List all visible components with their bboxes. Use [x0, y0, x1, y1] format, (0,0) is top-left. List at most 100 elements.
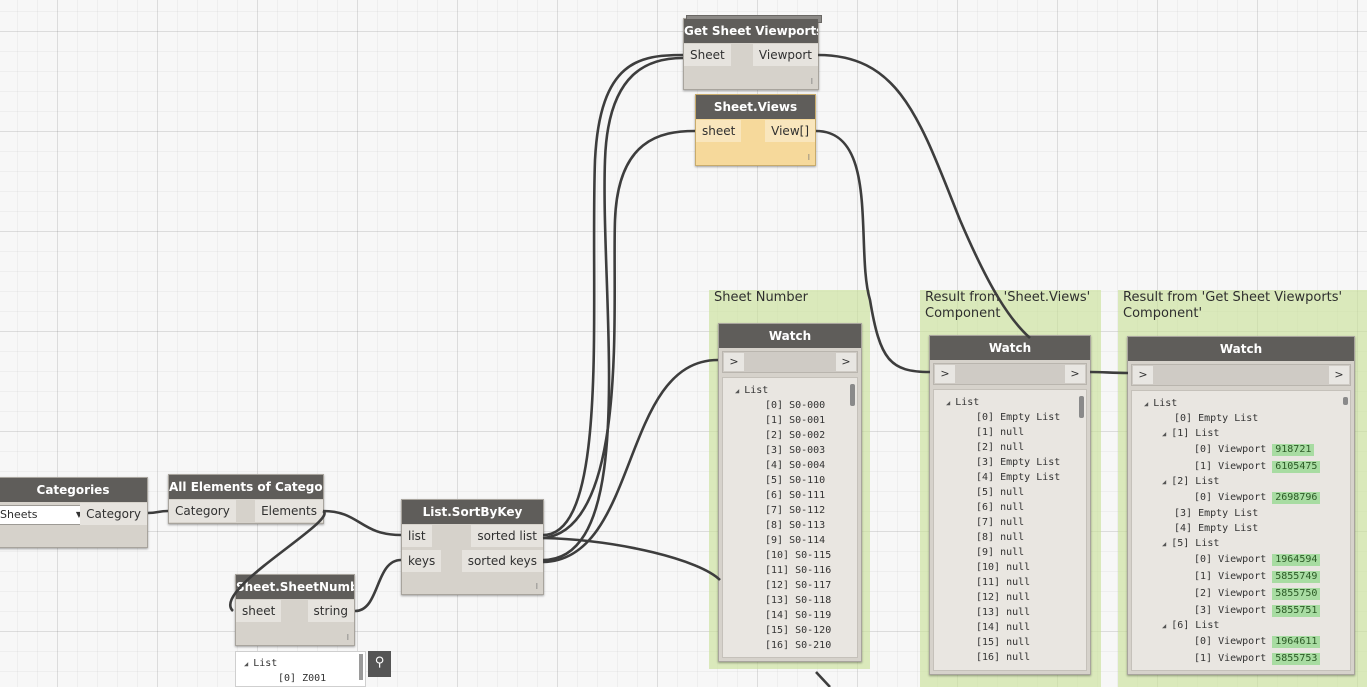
- triangle-expanded-icon: ◢: [1162, 622, 1167, 630]
- node-title: Sheet.SheetNumber: [236, 575, 354, 599]
- output-port[interactable]: >: [1329, 366, 1349, 384]
- triangle-expanded-icon: ◢: [1162, 540, 1167, 548]
- list-item: [3] Viewport 5855751: [1194, 604, 1321, 618]
- pin-icon[interactable]: ⚲: [368, 651, 391, 677]
- output-port-views[interactable]: View[]: [765, 120, 815, 142]
- wire-category-to-all-elements: [147, 509, 169, 515]
- input-port-sheet[interactable]: sheet: [696, 120, 742, 142]
- list-item: [6] S0-111: [765, 490, 826, 501]
- watch-scrollbar[interactable]: [1079, 396, 1084, 418]
- output-port-category[interactable]: Category: [80, 503, 147, 525]
- tree-root[interactable]: ◢ List: [1144, 397, 1177, 411]
- node-title: All Elements of Category: [169, 475, 323, 499]
- watch-tree[interactable]: ◢ List [0] S0-000 [1] S0-001 [2] S0-002 […: [722, 377, 858, 658]
- output-port-elements[interactable]: Elements: [255, 500, 323, 522]
- watch-node-sheet-number[interactable]: Watch > > ◢ List [0] S0-000 [1] S0-001 [2…: [718, 323, 862, 662]
- sublist-label: [5] List: [1171, 538, 1220, 549]
- output-port[interactable]: >: [836, 353, 856, 371]
- list-item: [12] null: [976, 592, 1031, 603]
- preview-item: [0] Z001: [278, 673, 327, 684]
- preview-scrollbar[interactable]: [359, 654, 363, 680]
- get-sheet-viewports-node[interactable]: Get Sheet Viewports Sheet Viewport l: [683, 15, 822, 90]
- item-label: [1] Viewport: [1194, 653, 1267, 664]
- input-port[interactable]: >: [935, 365, 955, 383]
- node-preview-bubble[interactable]: ◢ List [0] Z001: [235, 651, 366, 687]
- list-item: [4] Empty List: [1174, 523, 1259, 534]
- list-item: [8] null: [976, 532, 1025, 543]
- triangle-expanded-icon: ◢: [244, 660, 249, 668]
- tree-root[interactable]: ◢ List: [735, 384, 768, 398]
- wire-elements-to-sortbykey-list: [322, 509, 402, 537]
- triangle-expanded-icon: ◢: [1144, 400, 1149, 408]
- value-badge: 2698796: [1272, 492, 1321, 504]
- input-port[interactable]: >: [724, 353, 744, 371]
- watch-node-get-viewports[interactable]: Watch > > ◢ List [0] Empty List ◢ [1] List…: [1127, 336, 1355, 675]
- list-sortbykey-node[interactable]: List.SortByKey list keys sorted list sor…: [401, 499, 544, 595]
- wire-sortedlist-to-get-viewports: [542, 53, 684, 537]
- item-label: [1] Viewport: [1194, 461, 1267, 472]
- tree-root-label: List: [744, 385, 769, 396]
- group-title-line: Component: [925, 306, 1001, 321]
- value-badge: 1964611: [1272, 636, 1321, 648]
- sublist-node[interactable]: ◢ [2] List: [1162, 475, 1219, 489]
- input-port-sheet[interactable]: sheet: [236, 600, 282, 622]
- input-port-category[interactable]: Category: [169, 500, 236, 522]
- list-item: [3] Empty List: [1174, 508, 1259, 519]
- value-badge: 5855749: [1272, 571, 1321, 583]
- list-item: [7] null: [976, 517, 1025, 528]
- input-port-keys[interactable]: keys: [402, 550, 442, 572]
- list-item: [13] null: [976, 607, 1031, 618]
- sublist-label: [2] List: [1171, 476, 1220, 487]
- group-title-line: Component': [1123, 306, 1203, 321]
- sublist-node[interactable]: ◢ [1] List: [1162, 427, 1219, 441]
- categories-node[interactable]: Categories Sheets ▼ Category: [0, 477, 148, 548]
- value-badge: 918721: [1272, 444, 1315, 456]
- tree-root[interactable]: ◢ List: [946, 396, 979, 410]
- list-item: [0] Viewport 918721: [1194, 443, 1315, 457]
- wire-watch-to-offscreen: [815, 671, 831, 687]
- output-port-sorted-list[interactable]: sorted list: [471, 525, 543, 547]
- wire-sheetnumber-to-sortbykey-keys: [354, 558, 402, 613]
- all-elements-of-category-node[interactable]: All Elements of Category Category Elemen…: [168, 474, 324, 524]
- list-item: [0] Viewport 1964611: [1194, 635, 1321, 649]
- output-port-viewport[interactable]: Viewport: [752, 44, 818, 66]
- input-port-sheet[interactable]: Sheet: [684, 44, 731, 66]
- node-footer-mark: l: [807, 153, 810, 162]
- watch-node-sheet-views[interactable]: Watch > > ◢ List [0] Empty List [1] null …: [929, 335, 1091, 675]
- sheet-views-node[interactable]: Sheet.Views sheet View[] l: [695, 94, 816, 166]
- watch-scrollbar[interactable]: [1343, 397, 1348, 405]
- watch-port-bar: > >: [933, 363, 1087, 385]
- output-port-sorted-keys[interactable]: sorted keys: [461, 550, 543, 572]
- item-label: [3] Viewport: [1194, 605, 1267, 616]
- category-dropdown[interactable]: Sheets ▼: [0, 505, 87, 525]
- node-title: Sheet.Views: [696, 95, 815, 119]
- node-title: Watch: [719, 324, 861, 348]
- sublist-node[interactable]: ◢ [5] List: [1162, 537, 1219, 551]
- list-item: [15] null: [976, 637, 1031, 648]
- list-item: [5] S0-110: [765, 475, 826, 486]
- input-port-list[interactable]: list: [402, 525, 432, 547]
- list-item: [0] Empty List: [976, 412, 1061, 423]
- input-port[interactable]: >: [1133, 366, 1153, 384]
- watch-tree[interactable]: ◢ List [0] Empty List [1] null [2] null […: [933, 389, 1087, 671]
- item-label: [0] Viewport: [1194, 492, 1267, 503]
- node-title: Watch: [1128, 337, 1354, 361]
- list-item: [9] null: [976, 547, 1025, 558]
- list-item: [14] null: [976, 622, 1031, 633]
- group-title: Result from 'Get Sheet Viewports' Compon…: [1123, 290, 1342, 322]
- sublist-node[interactable]: ◢ [6] List: [1162, 619, 1219, 633]
- triangle-expanded-icon: ◢: [1162, 430, 1167, 438]
- list-item: [8] S0-113: [765, 520, 826, 531]
- output-port[interactable]: >: [1065, 365, 1085, 383]
- list-item: [0] Empty List: [1174, 413, 1259, 424]
- node-footer-mark: l: [535, 582, 538, 591]
- value-badge: 5855751: [1272, 605, 1321, 617]
- wire-sortedlist-to-offscreen: [542, 536, 721, 581]
- watch-tree[interactable]: ◢ List [0] Empty List ◢ [1] List [0] Viewp…: [1131, 390, 1351, 671]
- tree-root-label: List: [1153, 398, 1178, 409]
- preview-root-label: List: [253, 658, 278, 669]
- sheet-sheetnumber-node[interactable]: Sheet.SheetNumber sheet string l: [235, 574, 355, 646]
- watch-scrollbar[interactable]: [850, 384, 855, 406]
- output-port-string[interactable]: string: [307, 600, 354, 622]
- wire-sortedlist-to-sheet-views: [542, 129, 696, 540]
